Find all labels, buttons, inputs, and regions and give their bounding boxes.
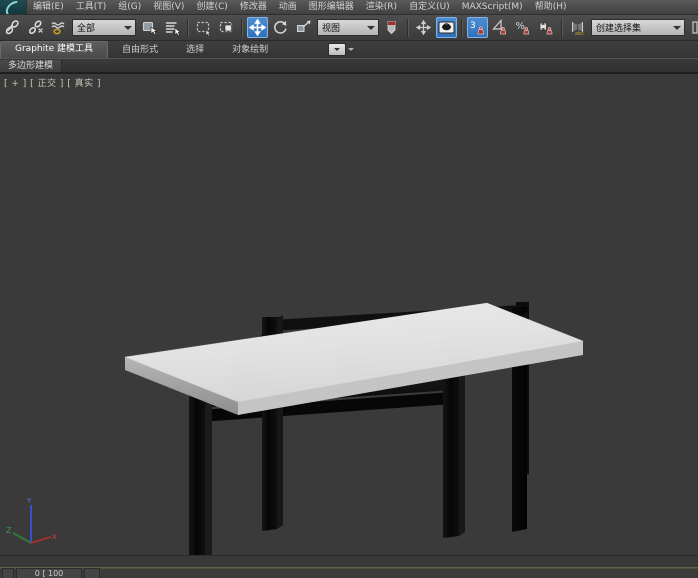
viewport[interactable]: [ + ] [ 正交 ] [ 真实 ] Y Z X	[0, 73, 698, 555]
angle-snap-toggle-button[interactable]	[490, 17, 511, 38]
tab-selection[interactable]: 选择	[172, 42, 218, 58]
reference-coordinate-value: 视图	[322, 24, 341, 34]
menu-group[interactable]: 组(G)	[112, 0, 147, 14]
menu-animation[interactable]: 动画	[273, 0, 303, 14]
snaps-toggle-button[interactable]: 3	[467, 17, 488, 38]
select-object-button[interactable]	[139, 17, 160, 38]
chevron-down-icon	[334, 48, 340, 51]
select-and-manipulate-button[interactable]	[413, 17, 434, 38]
viewport-label[interactable]: [ + ] [ 正交 ] [ 真实 ]	[4, 76, 101, 89]
unlink-selection-button[interactable]	[25, 17, 46, 38]
toolbar-separator	[561, 18, 563, 37]
select-and-scale-button[interactable]	[293, 17, 314, 38]
axis-label-y: Y	[26, 497, 32, 505]
window-crossing-toggle-button[interactable]	[216, 17, 237, 38]
mirror-button[interactable]	[688, 17, 698, 38]
chevron-down-icon	[673, 25, 681, 30]
viewport-3d-scene	[0, 74, 698, 555]
toolbar-separator	[407, 18, 409, 37]
select-and-link-button[interactable]	[2, 17, 23, 38]
ribbon-panel-bar: 多边形建模	[0, 59, 698, 73]
menu-edit[interactable]: 编辑(E)	[27, 0, 70, 14]
snap-toggle-preview-button[interactable]	[436, 17, 457, 38]
tab-freeform[interactable]: 自由形式	[108, 42, 172, 58]
toolbar-separator	[241, 18, 243, 37]
rectangular-selection-region-button[interactable]	[193, 17, 214, 38]
menu-modifiers[interactable]: 修改器	[234, 0, 273, 14]
tab-graphite-modeling-tools[interactable]: Graphite 建模工具	[0, 41, 109, 58]
named-selection-set-value: 创建选择集	[596, 24, 642, 34]
edit-named-selection-sets-button[interactable]: abc	[567, 17, 588, 38]
ribbon-options-chevron-icon[interactable]	[348, 48, 354, 51]
menu-create[interactable]: 创建(C)	[190, 0, 233, 14]
status-lock-button[interactable]	[84, 568, 100, 578]
application-logo-button[interactable]	[0, 0, 27, 14]
select-by-name-button[interactable]	[162, 17, 183, 38]
selection-filter-combo[interactable]: 全部	[72, 19, 136, 36]
toolbar-separator	[461, 18, 463, 37]
menu-graph-editors[interactable]: 图形编辑器	[303, 0, 360, 14]
menu-maxscript[interactable]: MAXScript(M)	[456, 0, 529, 14]
svg-text:abc: abc	[575, 31, 584, 36]
menu-tools[interactable]: 工具(T)	[70, 0, 113, 14]
chevron-down-icon	[367, 25, 375, 30]
percent-glyph: %	[516, 21, 526, 32]
menu-customize[interactable]: 自定义(U)	[403, 0, 456, 14]
3dsmax-window: 编辑(E) 工具(T) 组(G) 视图(V) 创建(C) 修改器 动画 图形编辑…	[0, 0, 698, 578]
named-selection-set-combo[interactable]: 创建选择集	[591, 19, 685, 36]
select-and-rotate-button[interactable]	[270, 17, 291, 38]
reference-coordinate-system-combo[interactable]: 视图	[317, 19, 379, 36]
chevron-down-icon	[124, 25, 132, 30]
ribbon-minimize-button[interactable]	[328, 43, 346, 56]
axis-label-x: X	[52, 533, 57, 541]
tab-object-paint[interactable]: 对象绘制	[218, 42, 282, 58]
status-frame-field[interactable]: 0 [ 100	[16, 568, 82, 578]
use-pivot-point-center-button[interactable]	[382, 17, 403, 38]
percent-snap-toggle-button[interactable]: %	[513, 17, 534, 38]
panel-polygon-modeling[interactable]: 多边形建模	[0, 59, 63, 72]
menu-help[interactable]: 帮助(H)	[529, 0, 573, 14]
status-bar: 0 [ 100	[0, 555, 698, 578]
select-and-move-button[interactable]	[247, 17, 268, 38]
axis-label-z: Z	[6, 526, 12, 535]
menu-rendering[interactable]: 渲染(R)	[360, 0, 403, 14]
main-toolbar: 全部 视图 3 % abc 创建选择集	[0, 15, 698, 41]
menu-views[interactable]: 视图(V)	[147, 0, 190, 14]
axis-tripod-gizmo: Y Z X	[6, 497, 57, 544]
menu-bar: 编辑(E) 工具(T) 组(G) 视图(V) 创建(C) 修改器 动画 图形编辑…	[0, 0, 698, 15]
bind-to-space-warp-button[interactable]	[48, 17, 69, 38]
toolbar-separator	[187, 18, 189, 37]
ribbon-tab-bar: Graphite 建模工具 自由形式 选择 对象绘制	[0, 41, 698, 59]
spinner-snap-toggle-button[interactable]	[536, 17, 557, 38]
status-lower-row: 0 [ 100	[0, 568, 698, 578]
status-spinner-left[interactable]	[2, 568, 14, 578]
selection-filter-value: 全部	[77, 24, 96, 34]
svg-text:3: 3	[470, 21, 476, 31]
